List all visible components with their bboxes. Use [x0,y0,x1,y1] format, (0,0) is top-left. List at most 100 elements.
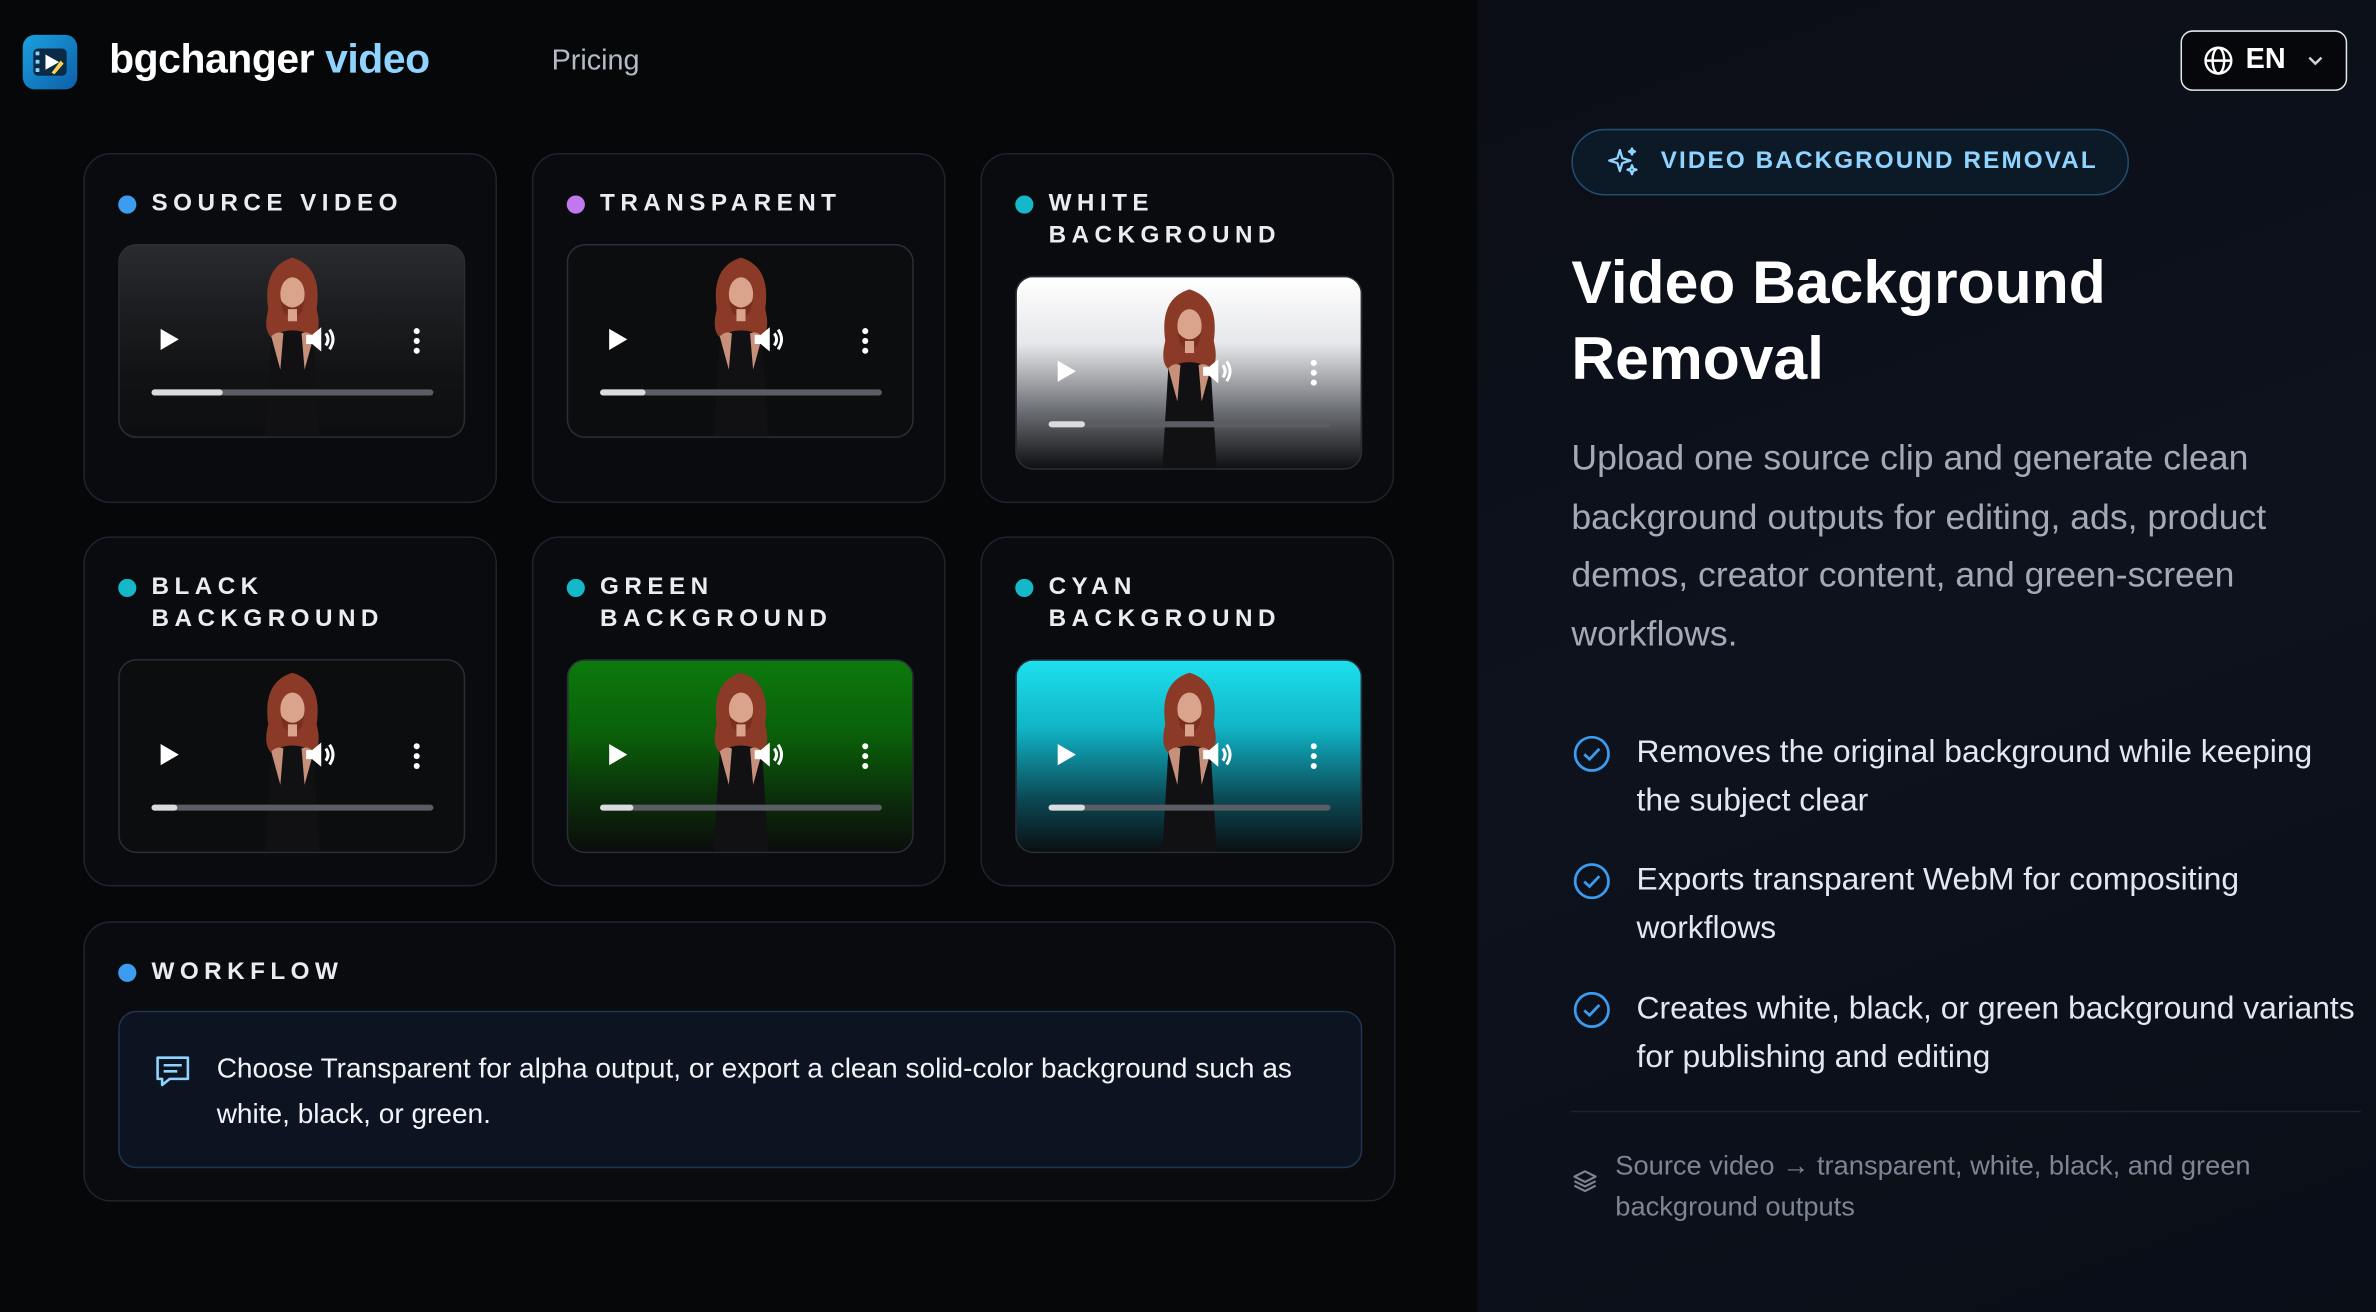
status-dot [566,578,585,598]
card-title: BLACK BACKGROUND [151,574,384,632]
page-description: Upload one source clip and generate clea… [1571,437,2267,653]
logo-icon[interactable] [22,34,78,90]
volume-button[interactable] [1202,356,1235,394]
volume-button[interactable] [753,324,786,362]
volume-button[interactable] [753,739,786,777]
divider [1571,1110,2361,1113]
volume-icon [754,742,784,767]
brand-name-accent: video [325,36,430,82]
play-icon [1057,360,1076,382]
status-dot [118,578,137,598]
play-button[interactable] [608,742,629,774]
globe-icon [2204,46,2233,75]
volume-button[interactable] [1202,739,1235,777]
layers-icon [1573,1170,1597,1193]
more-options-button[interactable] [412,742,421,777]
progress-bar-fill [1048,804,1086,811]
play-button[interactable] [608,327,629,359]
workflow-card: WORKFLOW Choose Transparent for alpha ou… [83,921,1396,1202]
more-options-icon [413,743,420,770]
progress-bar-fill [1048,421,1086,428]
video-player[interactable] [118,243,466,438]
feature-text: Exports transparent WebM for compositing… [1636,862,2240,945]
brand-name[interactable]: bgchanger video [109,36,430,83]
check-circle-icon [1573,863,1610,900]
progress-bar[interactable] [600,804,882,811]
volume-icon [1203,742,1232,767]
more-options-button[interactable] [1309,742,1318,777]
play-button[interactable] [1056,742,1077,774]
play-button[interactable] [1056,359,1077,391]
card-title: TRANSPARENT [600,190,842,217]
preview-card: GREEN BACKGROUND [531,536,946,887]
app-root: bgchanger video Pricing EN SOURCE VIDEO [0,0,2376,1312]
progress-bar[interactable] [1048,421,1331,428]
play-icon [1057,744,1076,766]
card-title: WHITE BACKGROUND [1048,190,1281,249]
workflow-dot [118,963,137,982]
progress-bar[interactable] [600,389,882,396]
volume-icon [754,327,784,352]
feature-item: Removes the original background while ke… [1573,729,2361,824]
more-options-icon [1310,743,1317,770]
video-player[interactable] [566,659,914,854]
video-player[interactable] [1015,275,1363,470]
output-summary: Source video → transparent, white, black… [1573,1146,2328,1226]
play-icon [160,328,179,351]
workflow-text: Choose Transparent for alpha output, or … [216,1051,1292,1129]
chevron-down-icon [2309,56,2323,66]
more-options-button[interactable] [412,327,421,362]
feature-badge: VIDEO BACKGROUND REMOVAL [1571,128,2129,196]
workflow-hint-box: Choose Transparent for alpha output, or … [118,1010,1363,1169]
check-circle-icon [1573,735,1610,772]
progress-bar-fill [151,389,222,396]
check-circle-icon [1573,991,1610,1028]
preview-card: WHITE BACKGROUND [980,153,1395,504]
feature-text: Creates white, black, or green backgroun… [1636,991,2355,1074]
volume-button[interactable] [305,324,338,362]
workflow-title: WORKFLOW [151,959,344,985]
progress-bar-fill [151,804,177,811]
video-player[interactable] [566,243,914,438]
more-options-button[interactable] [861,742,870,777]
more-options-button[interactable] [1309,359,1318,394]
page-title: Video Background Removal [1571,250,2106,393]
card-title: CYAN BACKGROUND [1048,574,1281,632]
volume-icon [1203,359,1232,384]
progress-bar[interactable] [151,804,434,811]
video-player[interactable] [118,659,466,854]
play-icon [160,744,179,766]
language-selector[interactable]: EN [2180,30,2348,91]
card-title: SOURCE VIDEO [151,190,403,217]
more-options-button[interactable] [861,327,870,362]
more-options-icon [413,328,420,354]
progress-bar-fill [600,389,646,396]
sparkle-icon [1608,147,1638,176]
more-options-icon [1310,359,1317,386]
play-icon [609,744,628,766]
progress-bar[interactable] [151,389,434,396]
progress-bar-fill [600,804,634,811]
feature-item: Creates white, black, or green backgroun… [1573,985,2361,1080]
status-dot [118,195,137,214]
card-title: GREEN BACKGROUND [600,574,833,632]
play-button[interactable] [159,327,180,359]
more-options-icon [862,328,869,354]
status-dot [1015,578,1034,598]
status-dot [1015,195,1034,214]
message-icon [156,1056,190,1087]
progress-bar[interactable] [1048,804,1331,811]
preview-card: SOURCE VIDEO [83,153,498,504]
volume-icon [306,327,335,352]
feature-badge-text: VIDEO BACKGROUND REMOVAL [1660,148,2098,175]
video-player[interactable] [1015,659,1363,854]
preview-card: TRANSPARENT [531,153,946,504]
language-label: EN [2245,43,2286,76]
more-options-icon [862,743,869,770]
preview-card: BLACK BACKGROUND [83,536,498,887]
play-button[interactable] [159,742,180,774]
nav-link-pricing[interactable]: Pricing [552,45,640,78]
volume-button[interactable] [305,739,338,777]
brand-name-main: bgchanger [109,36,315,82]
feature-text: Removes the original background while ke… [1636,734,2313,818]
